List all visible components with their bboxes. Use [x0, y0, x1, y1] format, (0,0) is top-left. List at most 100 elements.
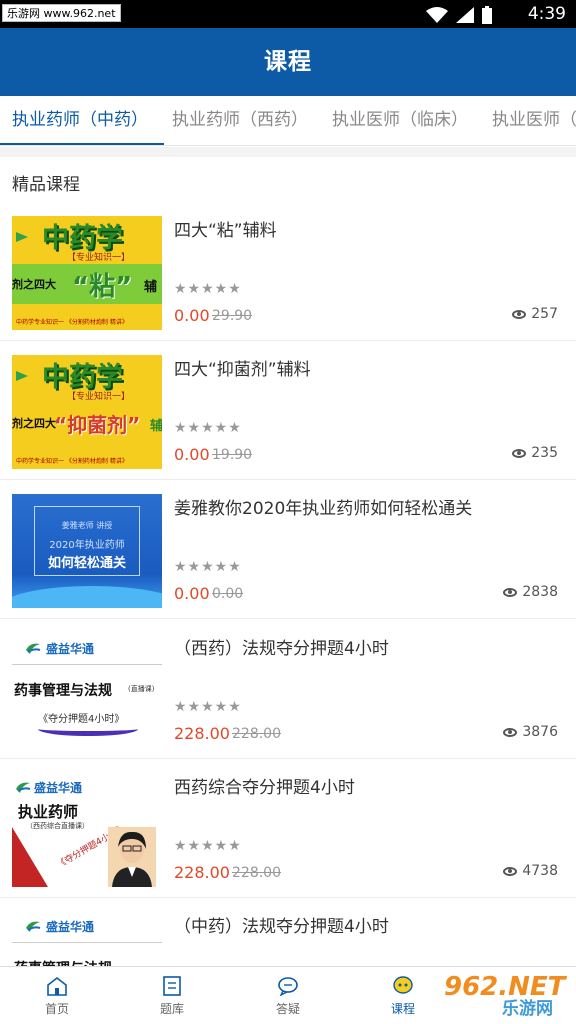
signal-icon: [456, 7, 474, 23]
company-logo-icon: [16, 782, 31, 793]
thumb-right-text: 辅: [150, 419, 162, 434]
thumb-banner: 剂之四大 “粘” 辅: [12, 264, 162, 304]
rating-stars: ★★★★★: [174, 838, 242, 854]
nav-qa-label: 答疑: [275, 1002, 300, 1016]
thumb-line-3: 如何轻松通关: [47, 556, 126, 571]
course-item[interactable]: 盛益华通 执业药师 （西药综合直播课） 《夺分押题4小时》 西药综合夺分押题4小…: [0, 759, 576, 898]
tab-pharmacist-western[interactable]: 执业药师（西药）: [172, 96, 308, 145]
view-count: 4738: [503, 863, 558, 879]
course-title: 姜雅教你2020年执业药师如何轻松通关: [174, 499, 473, 519]
teacher-photo: [108, 827, 156, 887]
original-price: 29.90: [212, 308, 253, 324]
thumb-wave: [12, 586, 162, 608]
course-title: （中药）法规夺分押题4小时: [174, 917, 389, 937]
view-count: 3876: [503, 724, 558, 740]
nav-courses-label: 课程: [390, 1002, 415, 1016]
view-count-value: 3876: [522, 724, 558, 740]
course-item[interactable]: 中药学 【专业知识一】 剂之四大 “粘” 辅 中药学专业知识一 《分割药材炮制 …: [0, 202, 576, 341]
app-bar: 课程: [0, 28, 576, 96]
view-count: 257: [512, 306, 558, 322]
page-title: 课程: [264, 49, 312, 75]
thumb-badge: (直播课): [128, 685, 155, 693]
thumb-line-2: 2020年执业药师: [49, 540, 125, 551]
category-tabs: 执业药师（中药） 执业药师（西药） 执业医师（临床） 执业医师（: [0, 96, 576, 146]
course-thumbnail: 中药学 【专业知识一】 剂之四大 “抑菌剂” 辅 中药学专业知识一 《分割药材炮…: [12, 355, 162, 469]
status-icons: [426, 6, 492, 24]
nav-home-label: 首页: [44, 1002, 69, 1016]
nav-courses[interactable]: 课程: [353, 967, 453, 1024]
view-count: 235: [512, 445, 558, 461]
thumb-banner: 剂之四大 “抑菌剂” 辅: [12, 403, 162, 443]
view-count: 2838: [503, 584, 558, 600]
course-title: 四大“抑菌剂”辅料: [174, 360, 311, 380]
course-price: 228.00: [174, 724, 230, 743]
nav-question-bank-label: 题库: [159, 1002, 184, 1016]
rating-stars: ★★★★★: [174, 699, 242, 715]
nav-home[interactable]: 首页: [7, 967, 107, 1024]
thumb-highlight: “粘”: [72, 272, 133, 302]
site-watermark: 乐游网 www.962.net: [2, 4, 121, 22]
thumb-highlight: “抑菌剂”: [54, 413, 141, 437]
company-logo-text: 盛益华通: [46, 920, 95, 934]
brand-watermark: 962.NET 乐游网: [444, 972, 570, 1019]
thumb-heading: 药事管理与法规: [14, 683, 112, 699]
thumb-red-corner: [12, 827, 48, 887]
view-count-value: 4738: [522, 863, 558, 879]
view-count-value: 257: [531, 306, 558, 322]
original-price: 0.00: [212, 586, 244, 602]
battery-icon: [482, 6, 492, 24]
view-count-value: 2838: [522, 584, 558, 600]
thumb-subtitle: 【专业知识一】: [67, 392, 131, 402]
eye-icon: [503, 866, 518, 876]
question-bank-icon: [163, 976, 181, 996]
thumb-subtitle: 【专业知识一】: [67, 253, 131, 263]
thumb-footer: 中药学专业知识一 《分割药材炮制 精讲》: [12, 455, 162, 469]
course-price: 0.00: [174, 445, 210, 464]
chat-icon: [278, 977, 298, 996]
nav-qa[interactable]: 答疑: [238, 967, 338, 1024]
course-thumbnail: 姜雅老师 讲授 2020年执业药师 如何轻松通关: [12, 494, 162, 608]
course-thumbnail: 盛益华通 执业药师 （西药综合直播课） 《夺分押题4小时》: [12, 773, 162, 887]
thumb-left-text: 剂之四大: [12, 417, 56, 430]
section-title: 精品课程: [12, 175, 80, 195]
course-item[interactable]: 姜雅老师 讲授 2020年执业药师 如何轻松通关 姜雅教你2020年执业药师如何…: [0, 480, 576, 619]
tab-pharmacist-tcm[interactable]: 执业药师（中药）: [0, 96, 164, 145]
wifi-icon: [426, 7, 448, 23]
course-price: 228.00: [174, 863, 230, 882]
plane-icon: [16, 232, 28, 242]
brand-name: 乐游网: [502, 999, 553, 1019]
company-logo-icon: [26, 643, 41, 654]
section-divider: [0, 147, 576, 157]
course-title: 四大“粘”辅料: [174, 221, 277, 241]
home-icon: [47, 976, 67, 996]
original-price: 228.00: [232, 726, 281, 742]
eye-icon: [512, 448, 527, 458]
tab-physician-other[interactable]: 执业医师（: [492, 96, 576, 145]
rating-stars: ★★★★★: [174, 281, 242, 297]
course-item[interactable]: 中药学 【专业知识一】 剂之四大 “抑菌剂” 辅 中药学专业知识一 《分割药材炮…: [0, 341, 576, 480]
eye-icon: [512, 309, 527, 319]
course-title: （西药）法规夺分押题4小时: [174, 639, 389, 659]
eye-icon: [503, 587, 518, 597]
company-logo-text: 盛益华通: [46, 642, 95, 656]
status-bar: 乐游网 www.962.net 4:39: [0, 0, 576, 28]
clock: 4:39: [527, 4, 566, 24]
thumb-heading: 执业药师: [18, 803, 79, 821]
eye-icon: [503, 727, 518, 737]
nav-question-bank[interactable]: 题库: [122, 967, 222, 1024]
original-price: 228.00: [232, 865, 281, 881]
thumb-right-text: 辅: [144, 280, 158, 295]
course-thumbnail: 盛益华通 药事管理与法规 (直播课) 《夺分押题4小时》: [12, 634, 162, 748]
company-logo-text: 盛益华通: [34, 781, 83, 795]
thumb-footer: 中药学专业知识一 《分割药材炮制 精讲》: [12, 316, 162, 330]
plane-icon: [16, 371, 28, 381]
course-item[interactable]: 盛益华通 药事管理与法规 (直播课) 《夺分押题4小时》 （西药）法规夺分押题4…: [0, 620, 576, 759]
thumb-divider: [12, 942, 162, 943]
thumb-left-text: 剂之四大: [12, 278, 56, 291]
course-icon: [393, 976, 413, 994]
course-price: 0.00: [174, 306, 210, 325]
tab-physician-clinical[interactable]: 执业医师（临床）: [332, 96, 468, 145]
thumb-line-1: 姜雅老师 讲授: [61, 521, 113, 530]
rating-stars: ★★★★★: [174, 559, 242, 575]
original-price: 19.90: [212, 447, 253, 463]
